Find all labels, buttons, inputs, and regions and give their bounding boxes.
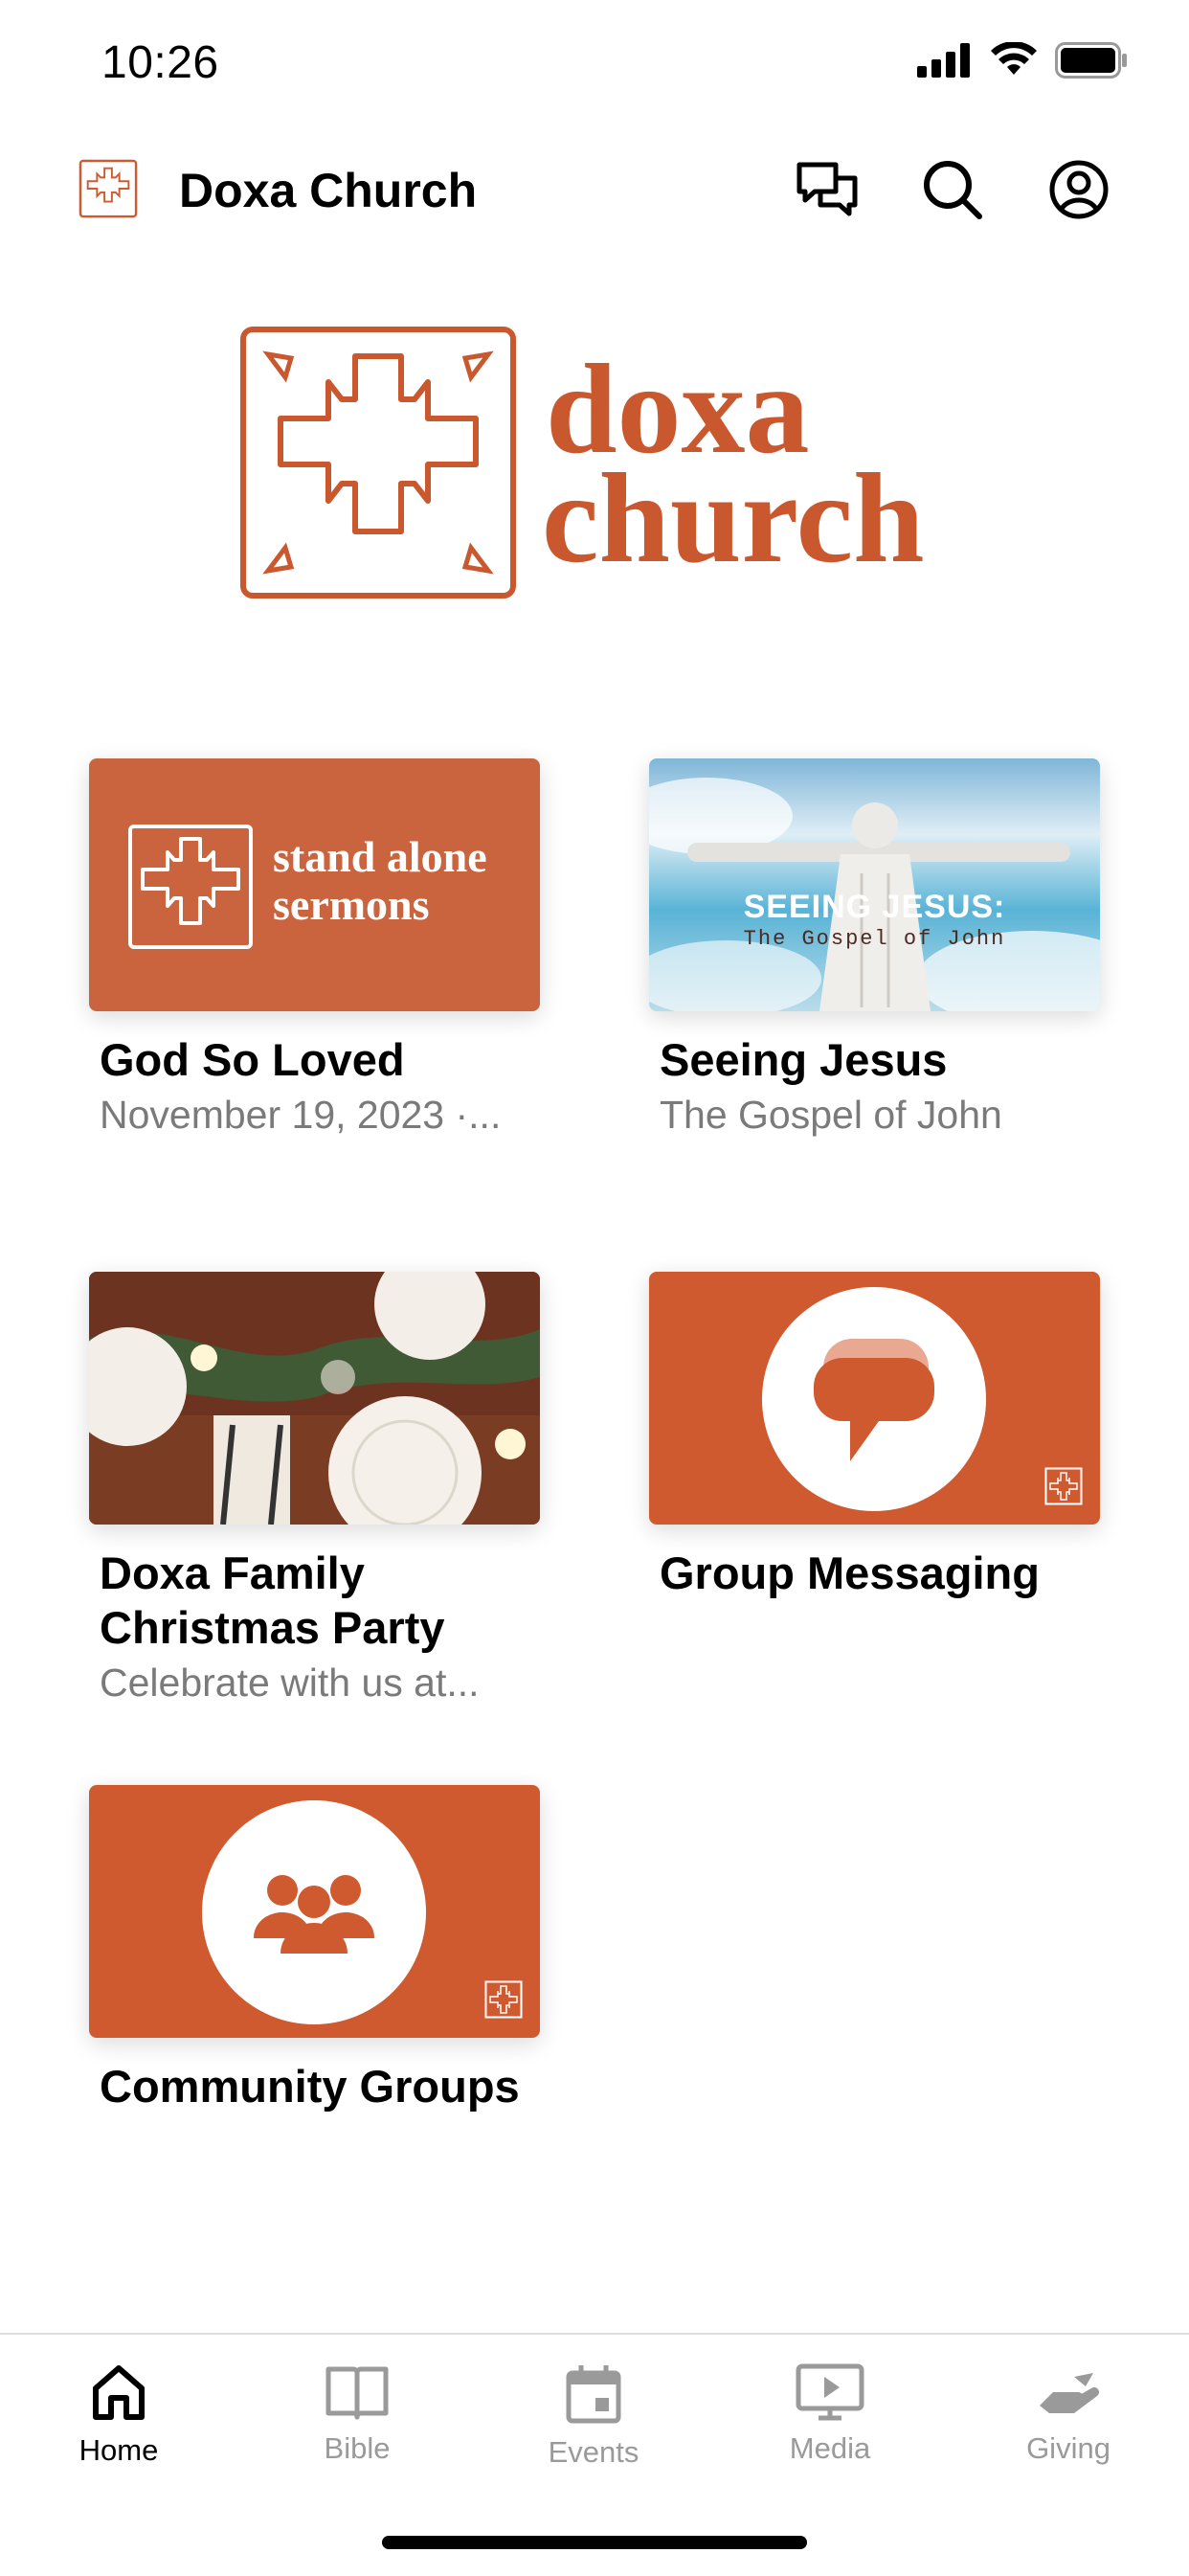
card-title: Community Groups	[100, 2061, 520, 2112]
home-indicator	[382, 2536, 807, 2549]
tab-label-home: Home	[79, 2433, 159, 2467]
card-subtitle: The Gospel of John	[660, 1093, 1002, 1137]
people-group-icon	[253, 1875, 375, 1954]
battery-icon	[1055, 42, 1127, 79]
group-messaging-card[interactable]: Group Messaging	[649, 1272, 1100, 1600]
tab-label-bible: Bible	[324, 2431, 391, 2465]
book-icon	[325, 2366, 389, 2420]
card-subtitle: November 19, 2023 ·...	[100, 1093, 502, 1137]
header-title: Doxa Church	[179, 164, 478, 217]
play-icon	[796, 2363, 864, 2421]
header-logo-icon	[79, 159, 138, 218]
tab-label-events: Events	[548, 2435, 639, 2469]
cross-badge-icon	[1044, 1467, 1083, 1505]
event-card-christmas-party[interactable]: Doxa Family Christmas Party Celebrate wi…	[89, 1272, 540, 1708]
home-icon	[93, 2365, 145, 2420]
card-title: Doxa Family Christmas Party	[100, 1548, 445, 1653]
tab-media[interactable]: Media	[753, 2363, 907, 2466]
status-time: 10:26	[101, 37, 219, 88]
doxa-church-logo: doxa church	[240, 327, 925, 599]
chat-bubbles-icon	[796, 162, 858, 216]
wifi-icon	[991, 42, 1037, 75]
community-groups-thumbnail	[89, 1785, 540, 2038]
tab-label-giving: Giving	[1026, 2431, 1110, 2465]
card-title: Seeing Jesus	[660, 1034, 948, 1085]
card-subtitle: Celebrate with us at...	[100, 1661, 480, 1705]
thumb-text-line2: sermons	[273, 880, 430, 929]
community-groups-card[interactable]: Community Groups	[89, 1785, 540, 2113]
chat-bubble-icon	[814, 1339, 934, 1461]
tab-giving[interactable]: Giving	[992, 2363, 1145, 2466]
thumb-subtitle: The Gospel of John	[743, 927, 1006, 951]
giving-hand-icon	[1040, 2373, 1099, 2413]
search-button[interactable]	[918, 155, 987, 224]
status-icons	[917, 42, 1128, 79]
card-title: God So Loved	[100, 1034, 405, 1085]
group-messaging-thumbnail	[649, 1272, 1100, 1525]
statue-image	[649, 778, 1100, 1011]
signal-icon	[917, 43, 970, 78]
user-circle-icon	[1049, 160, 1109, 219]
calendar-icon	[566, 2365, 621, 2424]
tab-home[interactable]: Home	[42, 2363, 195, 2468]
christmas-party-thumbnail	[89, 1272, 540, 1525]
table-setting-image	[89, 1272, 540, 1525]
seeing-jesus-thumbnail: SEEING JESUS: The Gospel of John	[649, 758, 1100, 1011]
cross-logo-icon	[128, 825, 253, 949]
search-icon	[924, 161, 982, 219]
tab-label-media: Media	[789, 2431, 871, 2465]
sermon-card-seeing-jesus[interactable]: SEEING JESUS: The Gospel of John Seeing …	[649, 758, 1100, 1141]
tab-events[interactable]: Events	[517, 2363, 670, 2470]
tab-bible[interactable]: Bible	[280, 2363, 434, 2466]
stand-alone-sermons-thumbnail: stand alone sermons	[89, 758, 540, 1011]
svg-text:church: church	[542, 447, 925, 589]
messages-button[interactable]	[793, 155, 862, 224]
sermon-card-god-so-loved[interactable]: stand alone sermons God So Loved Novembe…	[89, 758, 540, 1141]
cross-badge-icon	[484, 1980, 523, 2019]
thumb-title: SEEING JESUS:	[743, 889, 1006, 925]
card-title: Group Messaging	[660, 1548, 1040, 1598]
profile-button[interactable]	[1044, 155, 1113, 224]
thumb-text-line1: stand alone	[273, 832, 487, 881]
